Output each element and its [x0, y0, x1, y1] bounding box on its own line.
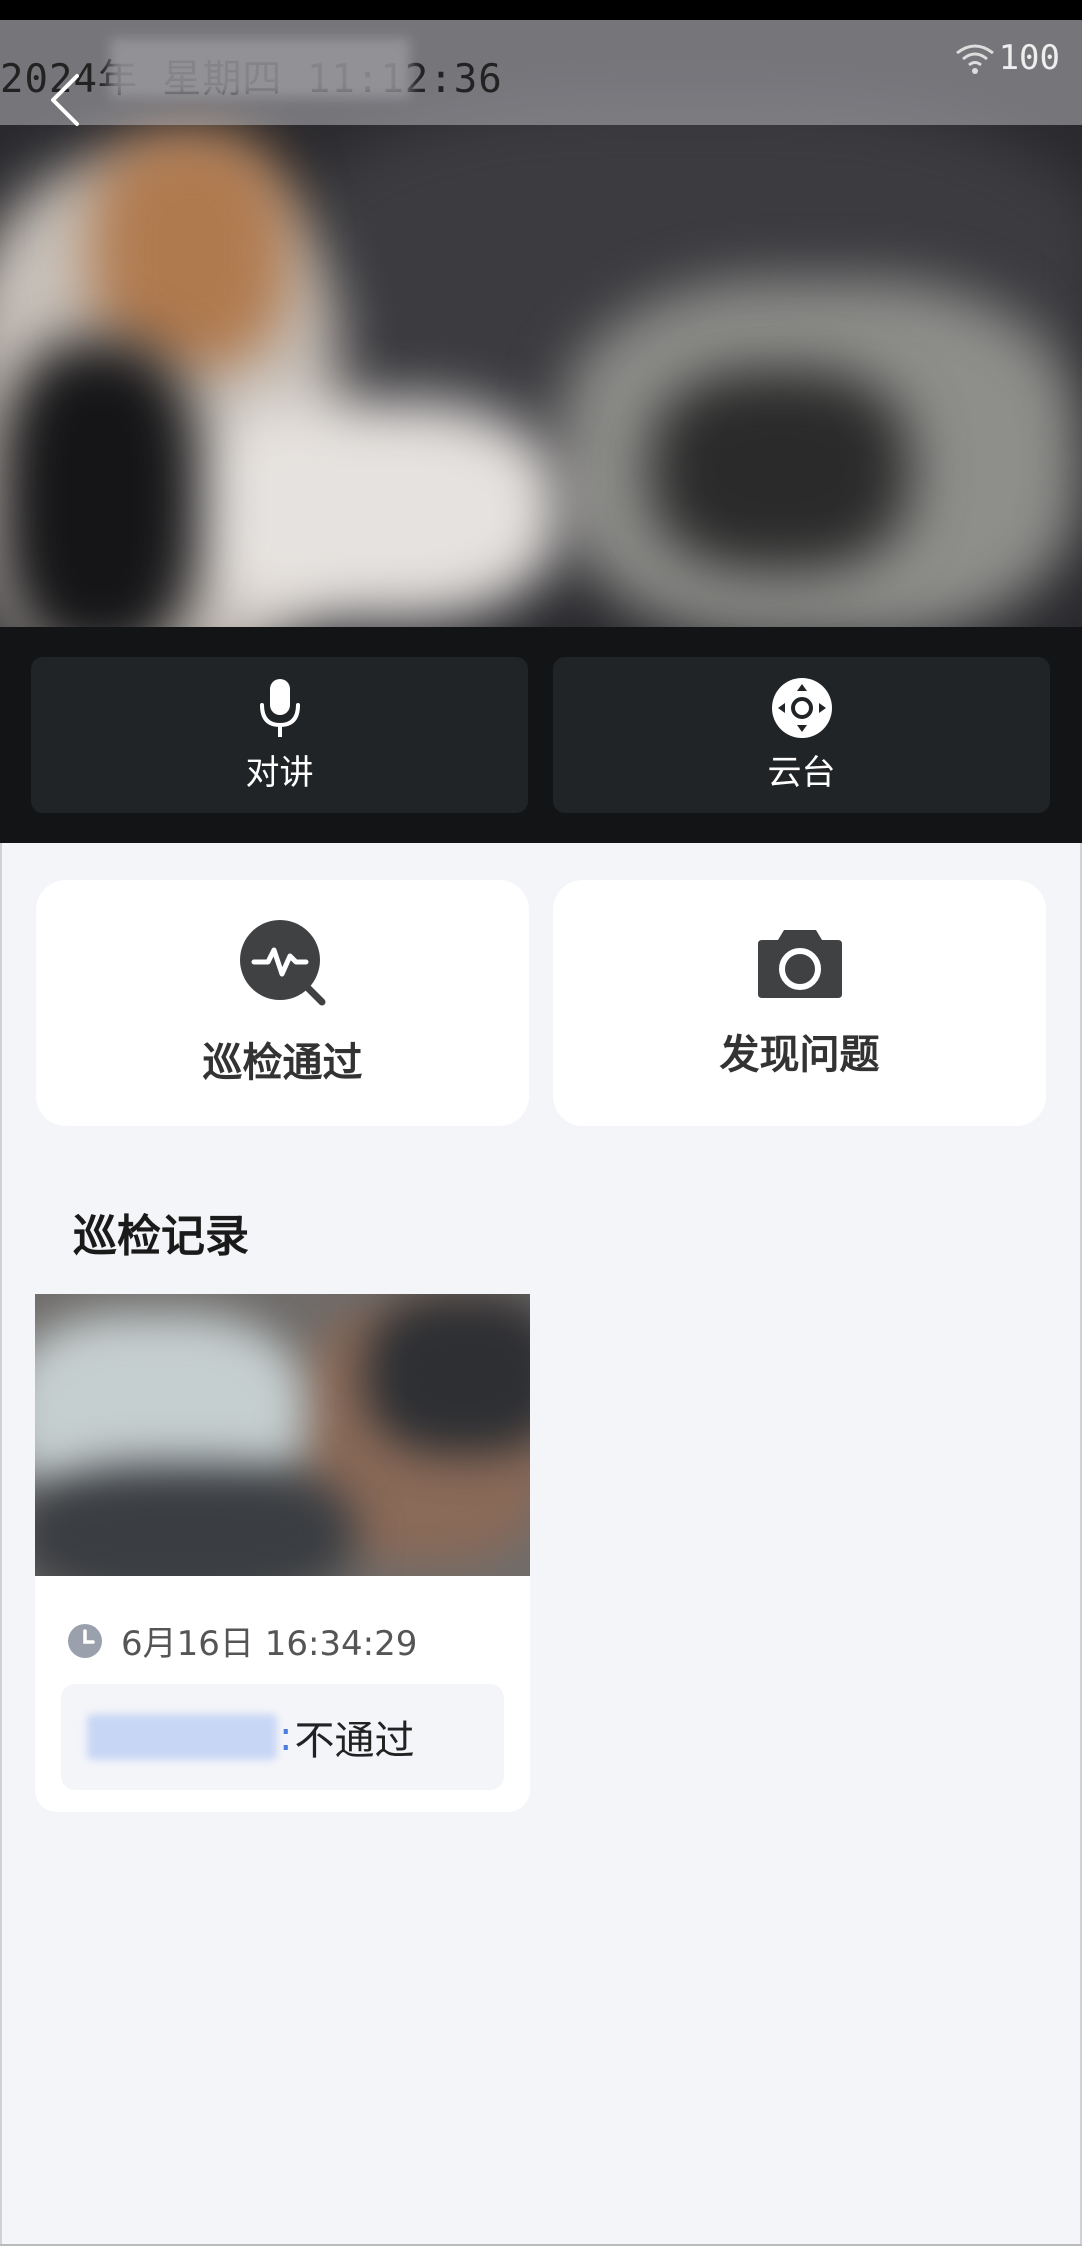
record-thumbnail — [35, 1294, 530, 1576]
inspection-pass-label: 巡检通过 — [202, 1040, 363, 1086]
microphone-icon — [259, 678, 300, 737]
back-button[interactable] — [40, 65, 90, 135]
ptz-button[interactable]: 云台 — [553, 657, 1050, 813]
wifi-icon — [955, 44, 994, 74]
page-border-left — [0, 843, 2, 2246]
clock-icon — [68, 1623, 102, 1658]
thumbnail-region — [365, 1294, 530, 1454]
chevron-left-icon — [51, 74, 79, 126]
inspection-records-title: 巡检记录 — [73, 1211, 249, 1262]
video-frame-region — [0, 340, 200, 627]
inspection-record-card[interactable]: 6月16日 16:34:29 : 不通过 — [35, 1294, 530, 1812]
video-frame-region — [650, 370, 910, 570]
video-frame-region — [90, 130, 290, 370]
talk-button[interactable]: 对讲 — [31, 657, 528, 813]
control-panel: 对讲 云台 — [0, 627, 1082, 843]
video-signal: 100 — [955, 38, 1060, 78]
ptz-label: 云台 — [767, 752, 836, 793]
inspection-result: 不通过 — [294, 1718, 415, 1764]
live-video-feed[interactable]: 2024年 星期四 11:12:36 100 — [0, 20, 1082, 627]
record-time-row: 6月16日 16:34:29 — [67, 1616, 417, 1665]
thumbnail-region — [35, 1464, 355, 1576]
ptz-dpad-icon — [771, 677, 832, 738]
status-strip — [0, 0, 1082, 20]
talk-label: 对讲 — [245, 752, 314, 793]
report-issue-label: 发现问题 — [719, 1032, 880, 1078]
video-frame-region — [180, 400, 560, 620]
inspection-pass-button[interactable]: 巡检通过 — [36, 880, 529, 1126]
report-issue-button[interactable]: 发现问题 — [553, 880, 1046, 1126]
signal-strength-value: 100 — [998, 38, 1060, 78]
record-result-box: : 不通过 — [61, 1684, 504, 1790]
record-timestamp: 6月16日 16:34:29 — [121, 1624, 418, 1664]
camera-icon — [757, 930, 842, 998]
osd-blur-mask — [110, 38, 410, 98]
inspector-name-redacted — [87, 1714, 277, 1760]
pulse-search-icon — [239, 920, 325, 1006]
result-separator: : — [279, 1714, 293, 1760]
